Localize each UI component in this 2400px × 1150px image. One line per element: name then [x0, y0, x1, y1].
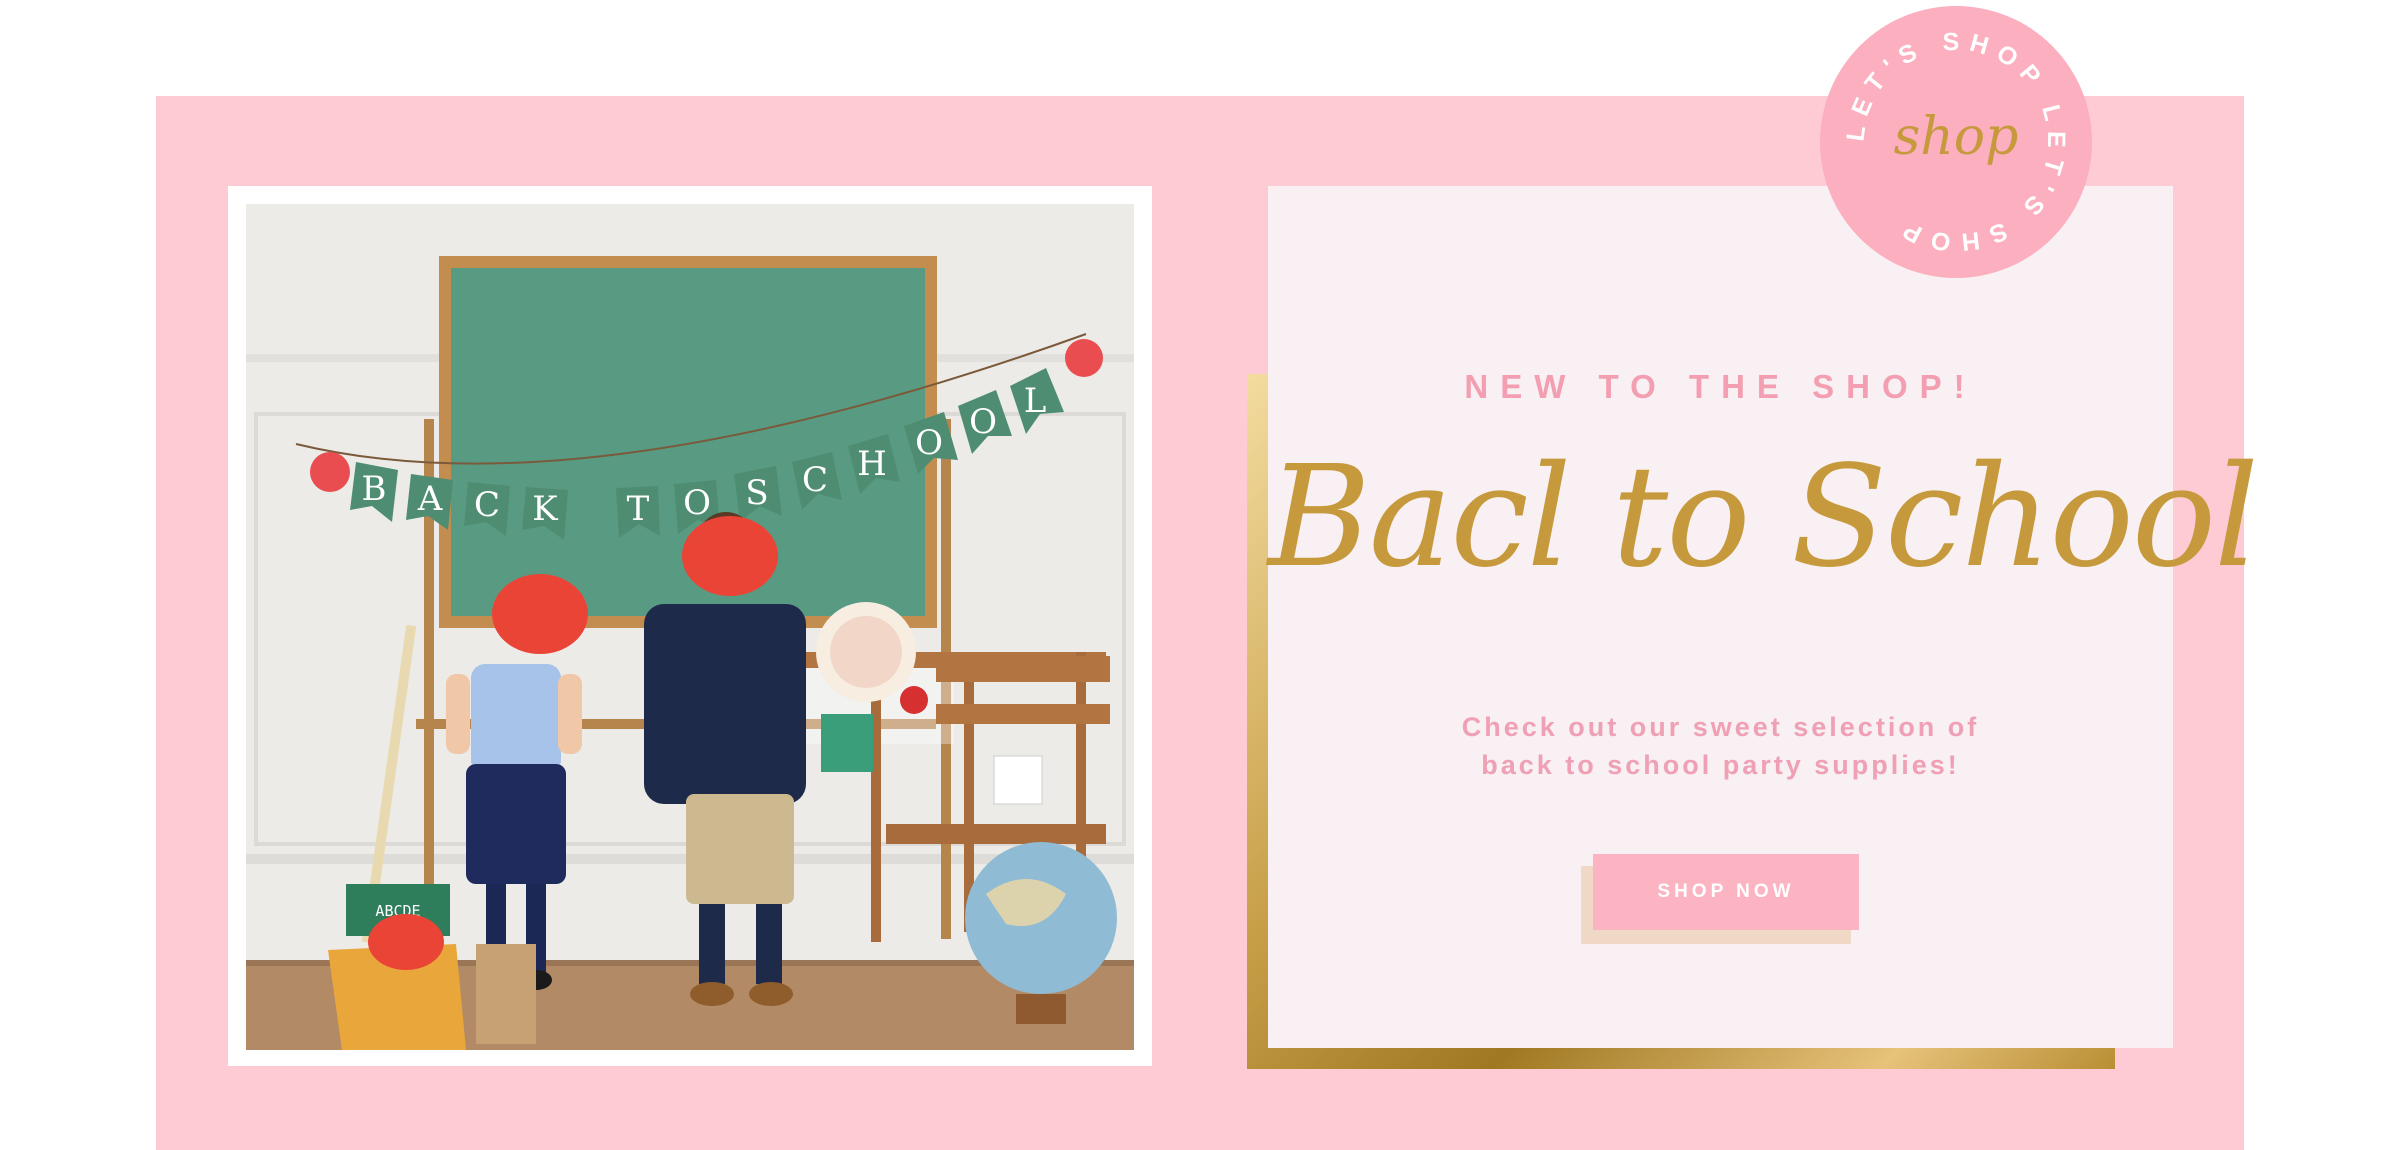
back-to-school-photo-illustration: B A C K T O S C H O O L ABCDE — [246, 204, 1134, 1050]
banner-letter: C — [474, 485, 500, 525]
banner-letter: O — [915, 423, 943, 463]
description: Check out our sweet selection of back to… — [1268, 708, 2173, 784]
eyebrow-label: NEW TO THE SHOP! — [1464, 368, 1977, 405]
banner-letter: S — [745, 473, 768, 513]
banner-letter: O — [683, 483, 711, 523]
hero-photo: B A C K T O S C H O O L ABCDE — [246, 204, 1134, 1050]
banner-letter: C — [802, 460, 828, 500]
banner-letter: A — [417, 479, 443, 519]
headline: Bacl to School — [1268, 436, 2259, 599]
banner-letter: O — [969, 402, 997, 442]
description-line: back to school party supplies! — [1481, 750, 1960, 780]
badge-graphic: LET'S SHOP LET'S SHOP shop — [1820, 6, 2092, 278]
banner-letter: K — [532, 489, 558, 529]
description-line: Check out our sweet selection of — [1461, 712, 1980, 742]
banner-letter: H — [857, 444, 887, 484]
badge-center-text: shop — [1894, 107, 2019, 167]
shop-now-button[interactable]: SHOP NOW — [1593, 854, 1859, 930]
banner-letter: B — [362, 469, 387, 509]
banner-letter: T — [627, 489, 650, 529]
banner-letter: L — [1024, 381, 1047, 421]
lets-shop-badge[interactable]: LET'S SHOP LET'S SHOP shop — [1818, 4, 2094, 280]
